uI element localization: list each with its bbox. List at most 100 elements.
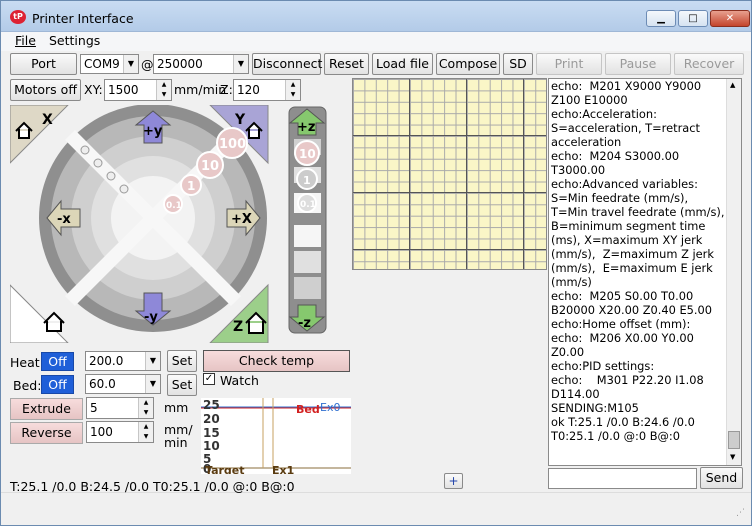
compose-button[interactable]: Compose [436,53,500,75]
sd-button[interactable]: SD [503,53,533,75]
spin-up-icon[interactable]: ▲ [157,80,171,90]
minus-x-label: -x [57,212,71,227]
app-icon: tP [10,10,26,24]
title-bar: tP Printer Interface ▁ □ ✕ [1,1,751,32]
baud-value: 250000 [157,57,203,71]
extrude-value: 5 [90,401,98,415]
scroll-down-icon[interactable]: ▼ [730,453,735,461]
minus-z-label: -z [298,316,311,331]
extrude-amount-input[interactable]: 5 ▲ ▼ [86,397,154,419]
send-button[interactable]: Send [700,467,743,489]
print-button[interactable]: Print [536,53,602,75]
pause-button[interactable]: Pause [605,53,671,75]
command-input[interactable] [548,468,697,489]
port-select[interactable]: COM9 ▼ [80,54,139,74]
console-line: ok T:25.1 /0.0 B:24.6 /0.0 T0:25.1 /0.0 … [551,415,699,443]
plus-z-label: +z [297,120,315,135]
load-file-button[interactable]: Load file [372,53,433,75]
console-line: echo: M201 X9000 Y9000 Z100 E10000 [551,79,705,107]
scroll-thumb[interactable] [728,431,740,449]
baud-select[interactable]: 250000 ▼ [153,54,249,74]
menu-file[interactable]: File [15,33,36,48]
reverse-unit-label-2: min [164,435,188,450]
grid-major-line [353,135,546,136]
port-button[interactable]: Port [10,53,77,75]
menu-bar: File Settings [1,32,751,51]
z-step-01-down-band[interactable] [294,225,321,247]
console-line: SENDING:M105 [551,401,639,415]
xy-label: XY: [84,82,103,97]
scroll-up-icon[interactable]: ▲ [730,81,735,89]
console-scrollbar[interactable]: ▲ ▼ [726,79,741,465]
spin-down-icon[interactable]: ▼ [286,90,300,100]
step-1-label: 1 [187,179,195,193]
y-tick: 20 [203,412,220,426]
console-line: echo:Acceleration: S=acceleration, T=ret… [551,107,704,149]
resize-grip-icon[interactable]: ⋰ [736,508,745,518]
console-line: echo:PID settings: [551,359,655,373]
z-feed-input[interactable]: 120 ▲ ▼ [233,79,301,101]
console-line: echo:Home offset (mm): [551,317,691,331]
step-dot [80,145,90,155]
check-temp-button[interactable]: Check temp [203,350,350,372]
plus-x-label: +X [231,212,252,227]
bed-value: 60.0 [89,377,116,391]
home-x-label: X [42,112,53,128]
z-step-01-label: 0.1 [300,200,316,210]
z-step-10-down-band[interactable] [294,277,321,299]
spin-down-icon[interactable]: ▼ [139,432,153,442]
spin-up-icon[interactable]: ▲ [139,422,153,432]
port-value: COM9 [84,57,120,71]
bed-set-button[interactable]: Set [167,374,197,396]
at-label: @ [141,57,154,72]
status-bar: T:25.1 /0.0 B:24.5 /0.0 T0:25.1 /0.0 @:0… [1,479,751,525]
z-step-1-down-band[interactable] [294,251,321,273]
heat-label: Heat: [10,355,44,370]
y-tick: 25 [203,398,220,412]
menu-settings[interactable]: Settings [49,33,100,48]
recover-button[interactable]: Recover [674,53,744,75]
bed-toggle[interactable]: Off [41,375,74,394]
spin-down-icon[interactable]: ▼ [139,408,153,418]
window-title: Printer Interface [32,11,134,26]
chevron-down-icon: ▼ [145,375,160,393]
step-10-label: 10 [201,159,219,174]
step-01-label: 0.1 [166,201,182,211]
console-log[interactable]: echo: M201 X9000 Y9000 Z100 E10000 echo:… [548,78,742,466]
extrude-button[interactable]: Extrude [10,398,83,420]
minimize-button[interactable]: ▁ [646,10,676,27]
grid-major-line [523,79,524,269]
plus-y-label: +y [143,124,163,139]
graph-add-button[interactable]: + [444,473,463,489]
spin-up-icon[interactable]: ▲ [286,80,300,90]
y-tick: 10 [203,439,220,453]
grid-major-line [353,192,546,193]
spin-up-icon[interactable]: ▲ [139,398,153,408]
print-bed-grid[interactable] [352,78,547,270]
xy-feed-input[interactable]: 1500 ▲ ▼ [104,79,172,101]
heat-toggle[interactable]: Off [41,352,74,371]
maximize-button[interactable]: □ [678,10,708,27]
chevron-down-icon: ▼ [145,352,160,370]
watch-checkbox[interactable]: ✓ [203,373,215,385]
heat-select[interactable]: 200.0 ▼ [85,351,161,371]
close-button[interactable]: ✕ [710,10,750,27]
grid-major-line [353,249,546,250]
spin-down-icon[interactable]: ▼ [157,90,171,100]
chevron-down-icon: ▼ [233,55,248,73]
disconnect-button[interactable]: Disconnect [252,53,322,75]
home-all-button[interactable] [10,284,69,343]
jog-control[interactable]: X Y Z +y -y -x +X 100 10 1 0.1 +z -z 10 … [10,105,338,343]
motors-off-button[interactable]: Motors off [10,79,81,101]
reset-button[interactable]: Reset [324,53,369,75]
reverse-button[interactable]: Reverse [10,422,83,444]
bed-select[interactable]: 60.0 ▼ [85,374,161,394]
watch-label: Watch [220,373,259,388]
console-line: echo: M206 X0.00 Y0.00 Z0.00 [551,331,698,359]
status-text: T:25.1 /0.0 B:24.5 /0.0 T0:25.1 /0.0 @:0… [10,479,295,494]
z-step-1-label: 1 [303,174,311,187]
heat-value: 200.0 [89,354,124,368]
home-icon [43,311,65,332]
reverse-speed-input[interactable]: 100 ▲ ▼ [86,421,154,443]
heat-set-button[interactable]: Set [167,350,197,372]
